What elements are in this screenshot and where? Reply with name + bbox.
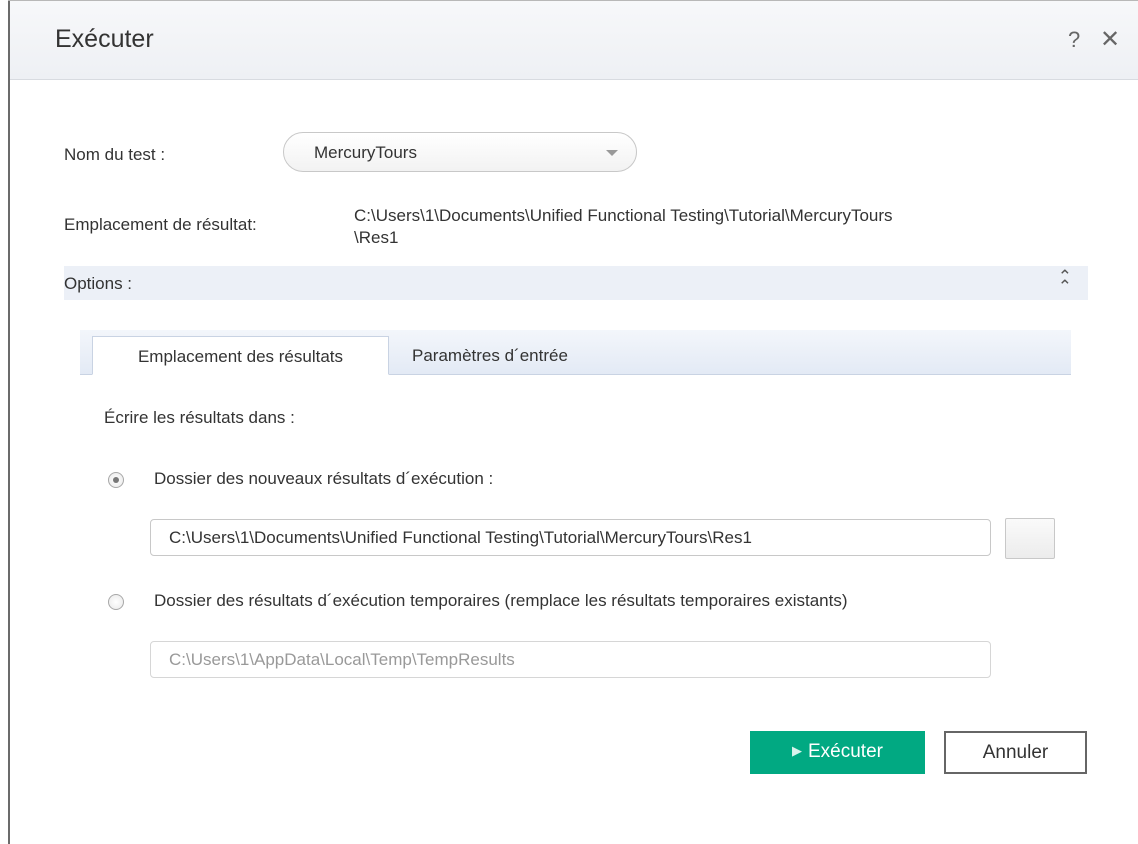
- test-name-label: Nom du test :: [64, 145, 166, 164]
- new-results-label: Dossier des nouveaux résultats d´exécuti…: [154, 469, 494, 488]
- test-name-dropdown[interactable]: MercuryTours: [283, 132, 637, 172]
- new-results-radio[interactable]: [108, 472, 124, 488]
- run-dialog: Exécuter ? ✕ Nom du test : MercuryTours …: [0, 0, 1138, 844]
- result-location-line1: C:\Users\1\Documents\Unified Functional …: [354, 206, 893, 225]
- temp-results-path-field[interactable]: C:\Users\1\AppData\Local\Temp\TempResult…: [150, 641, 991, 678]
- close-icon[interactable]: ✕: [1100, 25, 1120, 54]
- radio-selected-dot: [113, 477, 119, 483]
- dialog-title: Exécuter: [55, 25, 154, 53]
- tab-result-location[interactable]: Emplacement des résultats: [92, 336, 389, 375]
- double-chevron-up-icon[interactable]: ⌃ ⌃: [1058, 268, 1072, 295]
- browse-button[interactable]: [1005, 518, 1055, 559]
- window-border: [8, 0, 10, 844]
- play-icon: ▶: [792, 743, 802, 758]
- dialog-titlebar: Exécuter ? ✕: [10, 1, 1138, 80]
- options-section-header[interactable]: Options : ⌃ ⌃: [64, 266, 1088, 300]
- temp-results-radio[interactable]: [108, 594, 124, 610]
- result-location-line2: \Res1: [354, 228, 399, 247]
- write-results-label: Écrire les résultats dans :: [104, 408, 295, 427]
- options-tabstrip: Emplacement des résultats Paramètres d´e…: [80, 330, 1071, 375]
- test-name-value: MercuryTours: [314, 143, 417, 162]
- result-location-label: Emplacement de résultat:: [64, 215, 257, 234]
- run-button-label: Exécuter: [808, 741, 883, 762]
- help-icon[interactable]: ?: [1068, 27, 1080, 53]
- result-location-path: C:\Users\1\Documents\Unified Functional …: [354, 205, 1054, 249]
- tab-input-parameters[interactable]: Paramètres d´entrée: [412, 336, 568, 374]
- chevron-down-icon: [606, 150, 618, 156]
- temp-results-label: Dossier des résultats d´exécution tempor…: [154, 591, 848, 610]
- run-button[interactable]: ▶ Exécuter: [750, 731, 925, 774]
- new-results-path-field[interactable]: C:\Users\1\Documents\Unified Functional …: [150, 519, 991, 556]
- cancel-button[interactable]: Annuler: [944, 731, 1087, 774]
- options-label: Options :: [64, 274, 133, 293]
